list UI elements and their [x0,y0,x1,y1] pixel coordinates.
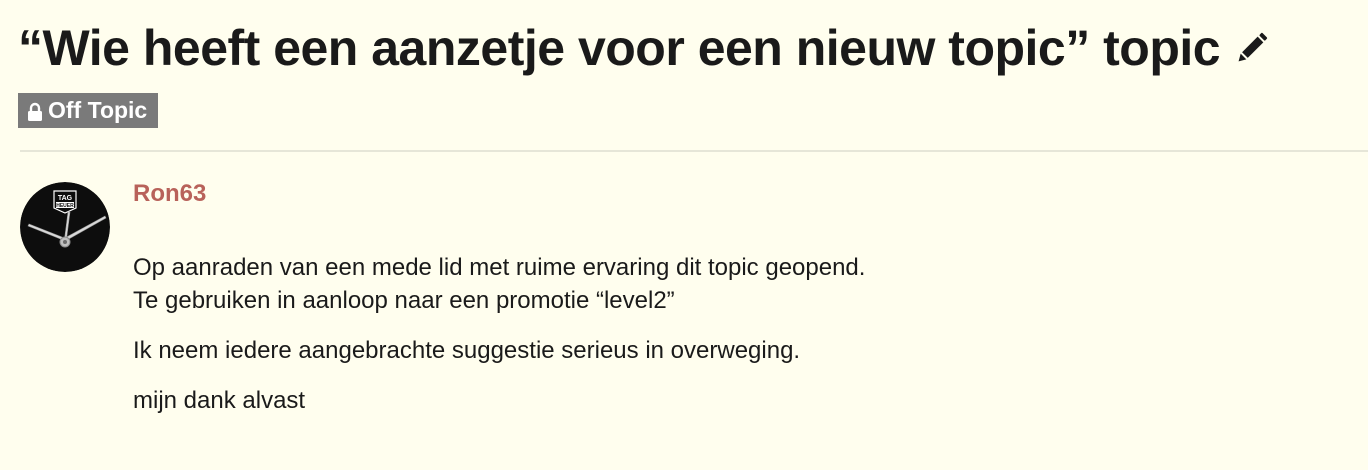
avatar-logo-top: TAG [58,195,73,202]
post-body: Op aanraden van een mede lid met ruime e… [133,251,1333,434]
avatar-logo-bottom: HEUER [56,203,74,209]
post-paragraph: mijn dank alvast [133,384,1333,417]
lock-icon [27,101,43,121]
avatar[interactable]: TAG HEUER [20,182,110,272]
post-username[interactable]: Ron63 [133,180,206,208]
post-line: Op aanraden van een mede lid met ruime e… [133,254,866,281]
post-paragraph: Op aanraden van een mede lid met ruime e… [133,251,1333,317]
post-line: mijn dank alvast [133,387,306,414]
category-badge[interactable]: Off Topic [18,93,159,128]
divider [20,150,1368,152]
post-line: Te gebruiken in aanloop naar een promoti… [133,287,675,314]
topic-page: “Wie heeft een aanzetje voor een nieuw t… [0,0,1368,470]
post-paragraph: Ik neem iedere aangebrachte suggestie se… [133,334,1333,367]
pencil-icon[interactable] [1232,28,1272,68]
title-row: “Wie heeft een aanzetje voor een nieuw t… [18,18,1272,78]
topic-title: “Wie heeft een aanzetje voor een nieuw t… [18,20,1221,76]
category-label: Off Topic [48,97,148,123]
post-line: Ik neem iedere aangebrachte suggestie se… [133,337,801,364]
